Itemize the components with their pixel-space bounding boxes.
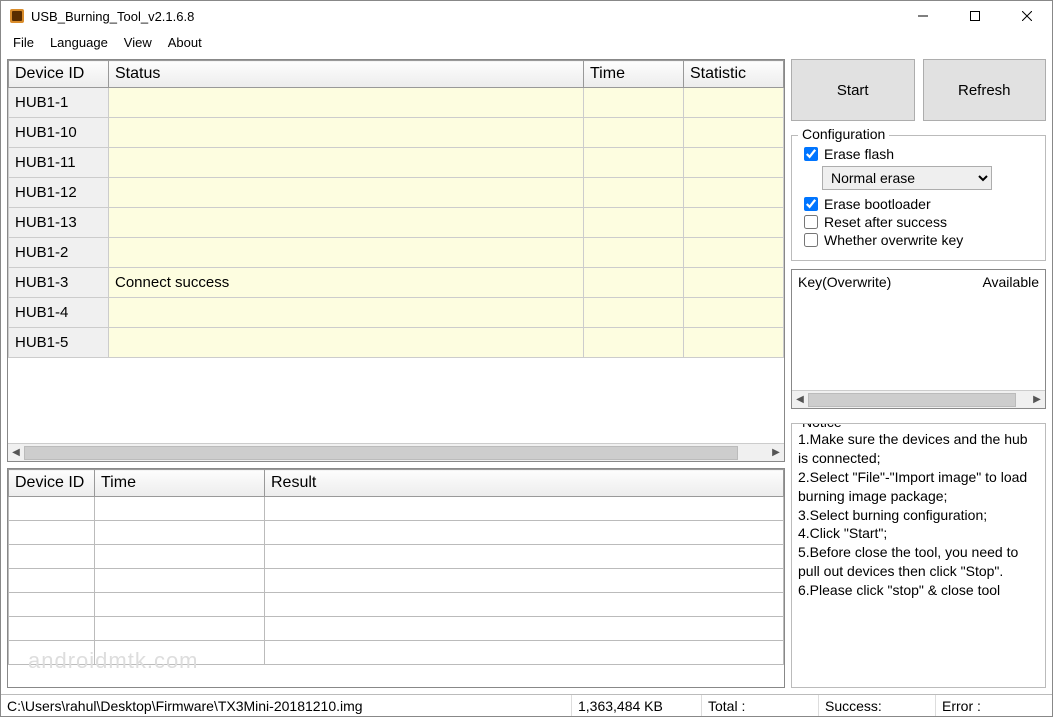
status-total: Total : xyxy=(701,695,818,716)
minimize-button[interactable] xyxy=(900,1,946,31)
table-row[interactable]: HUB1-1 xyxy=(9,88,784,118)
status-bar: C:\Users\rahul\Desktop\Firmware\TX3Mini-… xyxy=(1,694,1052,716)
refresh-button[interactable]: Refresh xyxy=(923,59,1047,121)
table-row[interactable]: HUB1-11 xyxy=(9,148,784,178)
table-row xyxy=(9,521,784,545)
menu-about[interactable]: About xyxy=(162,34,208,51)
overwrite-key-label[interactable]: Whether overwrite key xyxy=(824,232,963,248)
col2-device-id[interactable]: Device ID xyxy=(9,470,95,497)
notice-text: 1.Make sure the devices and the hub is c… xyxy=(798,430,1039,600)
table-row[interactable]: HUB1-12 xyxy=(9,178,784,208)
table-row[interactable]: HUB1-2 xyxy=(9,238,784,268)
result-grid[interactable]: Device ID Time Result xyxy=(7,468,785,688)
title-bar: USB_Burning_Tool_v2.1.6.8 xyxy=(1,1,1052,31)
status-success: Success: xyxy=(818,695,935,716)
table-row[interactable]: HUB1-13 xyxy=(9,208,784,238)
table-row[interactable]: HUB1-10 xyxy=(9,118,784,148)
scroll-left-icon[interactable]: ◀ xyxy=(792,394,808,405)
start-button[interactable]: Start xyxy=(791,59,915,121)
device-grid[interactable]: Device ID Status Time Statistic HUB1-1HU… xyxy=(7,59,785,462)
configuration-group: Configuration Erase flash Normal erase E… xyxy=(791,135,1046,261)
table-row[interactable]: HUB1-5 xyxy=(9,328,784,358)
scroll-right-icon[interactable]: ▶ xyxy=(768,445,784,461)
menu-view[interactable]: View xyxy=(118,34,158,51)
maximize-button[interactable] xyxy=(952,1,998,31)
col2-result[interactable]: Result xyxy=(265,470,784,497)
erase-mode-select[interactable]: Normal erase xyxy=(822,166,992,190)
col2-time[interactable]: Time xyxy=(95,470,265,497)
table-row xyxy=(9,569,784,593)
scroll-left-icon[interactable]: ◀ xyxy=(8,445,24,461)
table-row xyxy=(9,593,784,617)
table-row xyxy=(9,641,784,665)
erase-bootloader-label[interactable]: Erase bootloader xyxy=(824,196,931,212)
table-row[interactable]: HUB1-3Connect success xyxy=(9,268,784,298)
app-icon xyxy=(9,8,25,24)
key-panel[interactable]: Key(Overwrite) Available ◀ ▶ xyxy=(791,269,1046,409)
status-error: Error : xyxy=(935,695,1052,716)
erase-flash-label[interactable]: Erase flash xyxy=(824,146,894,162)
close-button[interactable] xyxy=(1004,1,1050,31)
device-grid-hscroll[interactable]: ◀ ▶ xyxy=(8,443,784,461)
window-title: USB_Burning_Tool_v2.1.6.8 xyxy=(31,9,894,24)
menu-bar: File Language View About xyxy=(1,31,1052,53)
configuration-legend: Configuration xyxy=(798,126,889,142)
key-col-key[interactable]: Key(Overwrite) xyxy=(792,270,976,294)
key-panel-hscroll[interactable]: ◀ ▶ xyxy=(792,390,1045,408)
col-time[interactable]: Time xyxy=(584,61,684,88)
overwrite-key-checkbox[interactable] xyxy=(804,233,818,247)
menu-language[interactable]: Language xyxy=(44,34,114,51)
col-statistic[interactable]: Statistic xyxy=(684,61,784,88)
status-size: 1,363,484 KB xyxy=(571,695,701,716)
erase-flash-checkbox[interactable] xyxy=(804,147,818,161)
notice-group: Notice 1.Make sure the devices and the h… xyxy=(791,423,1046,688)
erase-bootloader-checkbox[interactable] xyxy=(804,197,818,211)
reset-after-success-checkbox[interactable] xyxy=(804,215,818,229)
col-status[interactable]: Status xyxy=(109,61,584,88)
table-row xyxy=(9,617,784,641)
scroll-right-icon[interactable]: ▶ xyxy=(1029,394,1045,405)
table-row xyxy=(9,497,784,521)
table-row[interactable]: HUB1-4 xyxy=(9,298,784,328)
table-row xyxy=(9,545,784,569)
status-path: C:\Users\rahul\Desktop\Firmware\TX3Mini-… xyxy=(1,695,571,716)
notice-legend: Notice xyxy=(798,423,846,430)
key-col-available[interactable]: Available xyxy=(976,270,1045,294)
col-device-id[interactable]: Device ID xyxy=(9,61,109,88)
menu-file[interactable]: File xyxy=(7,34,40,51)
reset-after-success-label[interactable]: Reset after success xyxy=(824,214,947,230)
